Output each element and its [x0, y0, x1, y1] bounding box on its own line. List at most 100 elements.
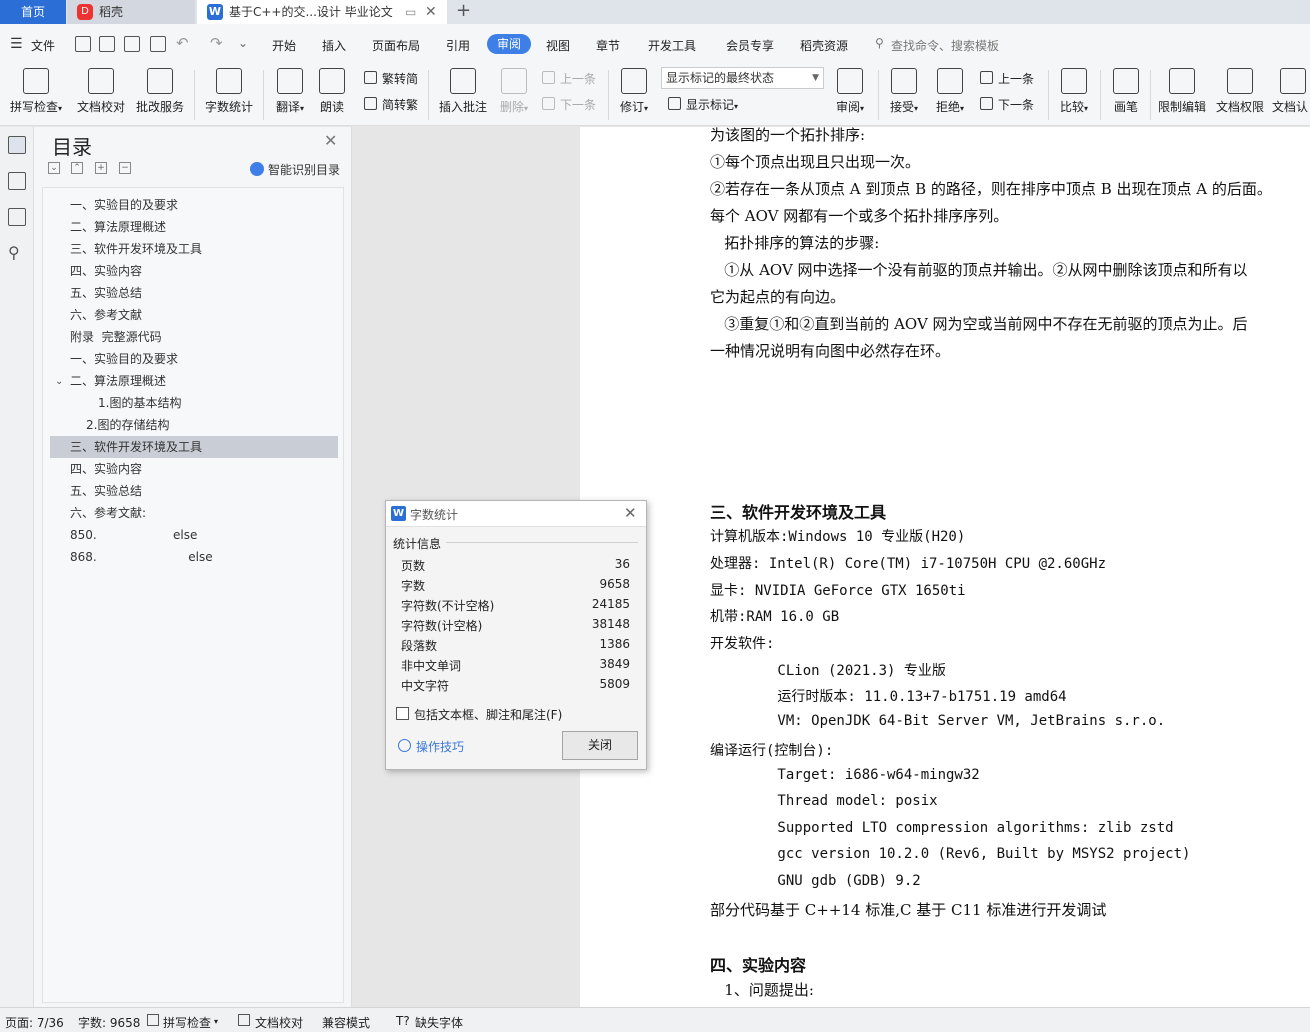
accept-button[interactable]: 接受▾	[884, 64, 924, 115]
stat-value: 3849	[599, 657, 630, 671]
doc-proof-button[interactable]: 文档校对	[74, 64, 128, 115]
dialog-title: 字数统计	[410, 508, 459, 522]
include-textbox-label[interactable]: 包括文本框、脚注和尾注(F)	[414, 706, 562, 723]
chevron-down-icon[interactable]: ▾	[214, 1017, 218, 1026]
pen-icon	[1113, 68, 1139, 94]
print-icon[interactable]	[124, 36, 140, 52]
toc-item-selected[interactable]: 三、软件开发环境及工具	[50, 436, 338, 458]
batch-service-button[interactable]: 批改服务	[134, 64, 186, 115]
print-preview-icon[interactable]	[150, 36, 166, 52]
to-traditional-button[interactable]: 简转繁	[364, 96, 418, 113]
toc-item[interactable]: 一、实验目的及要求	[43, 348, 343, 370]
word-count-button[interactable]: 字数统计	[202, 64, 256, 115]
page-indicator[interactable]: 页面: 7/36	[5, 1014, 64, 1031]
tab-home[interactable]: 首页	[0, 0, 66, 24]
toc-panel-icon[interactable]	[8, 136, 26, 154]
menu-member[interactable]: 会员专享	[726, 37, 774, 54]
toc-item[interactable]: 一、实验目的及要求	[43, 194, 343, 216]
prev-comment-icon	[542, 71, 555, 84]
doc-certify-button[interactable]: 文档认	[1272, 64, 1310, 115]
restrict-icon	[1169, 68, 1195, 94]
prev-change-icon	[980, 71, 993, 84]
doc-text: 拓扑排序的算法的步骤:	[710, 234, 880, 252]
menu-start[interactable]: 开始	[272, 37, 296, 54]
toc-item[interactable]: 六、参考文献:	[43, 502, 343, 524]
close-icon[interactable]: ✕	[624, 504, 637, 522]
dialog-titlebar[interactable]: W 字数统计 ✕	[386, 501, 646, 527]
menu-file[interactable]: 文件	[31, 37, 55, 54]
spell-check-button[interactable]: 拼写检查▾	[6, 64, 66, 115]
menu-daoke-resources[interactable]: 稻壳资源	[800, 37, 848, 54]
chapter-nav-icon[interactable]	[8, 172, 26, 190]
prev-comment-button[interactable]: 上一条	[542, 70, 596, 87]
next-change-button[interactable]: 下一条	[980, 96, 1034, 113]
add-heading-icon[interactable]: +	[95, 162, 107, 174]
document-page[interactable]: 为该图的一个拓扑排序: ①每个顶点出现且只出现一次。 ②若存在一条从顶点 A 到…	[580, 126, 1310, 1007]
toc-item[interactable]: 1.图的基本结构	[43, 392, 343, 414]
pen-button[interactable]: 画笔	[1106, 64, 1146, 115]
word-count-dialog: W 字数统计 ✕ 统计信息 页数 36 字数 9658 字符数(不计空格) 24…	[385, 500, 647, 770]
include-textbox-checkbox[interactable]	[396, 707, 409, 720]
menu-view[interactable]: 视图	[546, 37, 570, 54]
doc-permission-button[interactable]: 文档权限	[1213, 64, 1267, 115]
remove-heading-icon[interactable]: −	[119, 162, 131, 174]
translate-button[interactable]: 翻译▾	[270, 64, 310, 115]
insert-comment-button[interactable]: 插入批注	[436, 64, 490, 115]
menu-review[interactable]: 审阅	[487, 34, 531, 54]
review-pane-button[interactable]: 审阅▾	[830, 64, 870, 115]
toc-item[interactable]: 四、实验内容	[43, 458, 343, 480]
search-icon[interactable]: ⚲	[8, 243, 20, 262]
doc-proof-status[interactable]: 文档校对	[255, 1014, 303, 1031]
new-tab-button[interactable]: +	[456, 0, 471, 22]
tab-daoke[interactable]: D 稻壳	[67, 0, 195, 24]
toc-item[interactable]: 二、算法原理概述	[43, 370, 343, 392]
bookmark-icon[interactable]	[8, 208, 26, 226]
tab-document-label: 基于C++的交...设计 毕业论文	[229, 5, 393, 19]
hamburger-icon[interactable]: ☰	[10, 36, 23, 52]
toc-item[interactable]: 二、算法原理概述	[43, 216, 343, 238]
menu-insert[interactable]: 插入	[322, 37, 346, 54]
to-simplified-button[interactable]: 繁转简	[364, 70, 418, 87]
toc-item[interactable]: 四、实验内容	[43, 260, 343, 282]
menu-reference[interactable]: 引用	[446, 37, 470, 54]
read-aloud-button[interactable]: 朗读	[314, 64, 350, 115]
missing-font-status[interactable]: 缺失字体	[415, 1014, 463, 1031]
word-count-indicator[interactable]: 字数: 9658	[78, 1014, 140, 1031]
markup-state-select[interactable]: 显示标记的最终状态 ▼	[661, 67, 824, 89]
toc-item[interactable]: 五、实验总结	[43, 480, 343, 502]
restrict-edit-button[interactable]: 限制编辑	[1155, 64, 1209, 115]
tab-document[interactable]: W 基于C++的交...设计 毕业论文 ▭ ✕	[197, 0, 447, 24]
collapse-all-icon[interactable]: ⌄	[48, 162, 60, 174]
menu-chapter[interactable]: 章节	[596, 37, 620, 54]
toc-item[interactable]: 六、参考文献	[43, 304, 343, 326]
close-icon[interactable]: ✕	[324, 131, 337, 150]
show-marks-button[interactable]: 显示标记▾	[668, 96, 738, 113]
smart-toc-button[interactable]: 智能识别目录	[250, 161, 340, 178]
toc-item[interactable]: 五、实验总结	[43, 282, 343, 304]
menu-devtools[interactable]: 开发工具	[648, 37, 696, 54]
prev-change-button[interactable]: 上一条	[980, 70, 1034, 87]
toc-item[interactable]: 2.图的存储结构	[43, 414, 343, 436]
spell-check-status[interactable]: 拼写检查	[163, 1014, 211, 1031]
toc-item[interactable]: 附录 完整源代码	[43, 326, 343, 348]
tips-link[interactable]: 操作技巧	[398, 738, 464, 755]
close-tab-icon[interactable]: ✕	[425, 0, 437, 24]
export-pdf-icon[interactable]	[99, 36, 115, 52]
save-icon[interactable]	[75, 36, 91, 52]
revise-button[interactable]: 修订▾	[614, 64, 654, 115]
menu-layout[interactable]: 页面布局	[372, 37, 420, 54]
undo-icon[interactable]: ↶	[176, 34, 189, 52]
toc-item[interactable]: 868. else	[43, 546, 343, 568]
expand-icon[interactable]: ⌃	[71, 162, 83, 174]
close-button[interactable]: 关闭	[562, 731, 638, 760]
next-comment-button[interactable]: 下一条	[542, 96, 596, 113]
redo-icon[interactable]: ↷	[210, 34, 223, 52]
reject-button[interactable]: 拒绝▾	[930, 64, 970, 115]
more-icon[interactable]: ⌄	[238, 36, 248, 50]
delete-comment-button[interactable]: 删除▾	[494, 64, 534, 115]
command-search[interactable]: 查找命令、搜索模板	[891, 37, 999, 54]
pin-icon[interactable]: ▭	[405, 0, 416, 24]
compare-button[interactable]: 比较▾	[1054, 64, 1094, 115]
toc-item[interactable]: 三、软件开发环境及工具	[43, 238, 343, 260]
toc-item[interactable]: 850. else	[43, 524, 343, 546]
